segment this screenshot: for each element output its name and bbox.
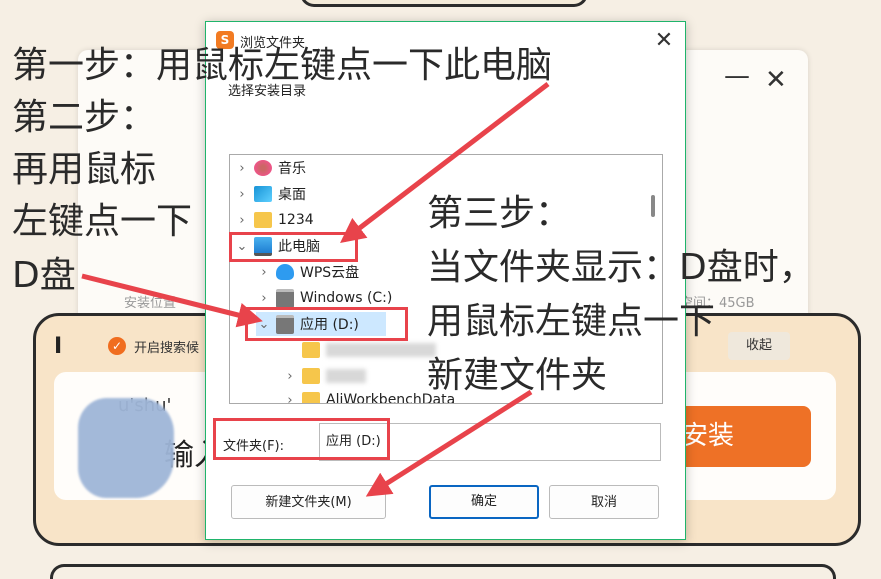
arrow-to-drive-d — [81, 273, 263, 328]
step2-note-line1: 第二步： — [12, 97, 157, 138]
step3-note-line4: 新建文件夹 — [427, 355, 608, 396]
step3-note-line2: 当文件夹显示：D盘时， — [427, 247, 815, 288]
step1-note: 第一步：用鼠标左键点一下此电脑 — [12, 45, 553, 86]
step2-note-line4: D盘 — [12, 255, 76, 296]
step3-note-line1: 第三步： — [427, 193, 572, 234]
step3-note-line3: 用鼠标左键点一下 — [427, 301, 716, 342]
arrow-to-new-folder — [365, 389, 533, 497]
step2-note-line2: 再用鼠标 — [12, 149, 157, 190]
step2-note-line3: 左键点一下 — [12, 201, 193, 242]
